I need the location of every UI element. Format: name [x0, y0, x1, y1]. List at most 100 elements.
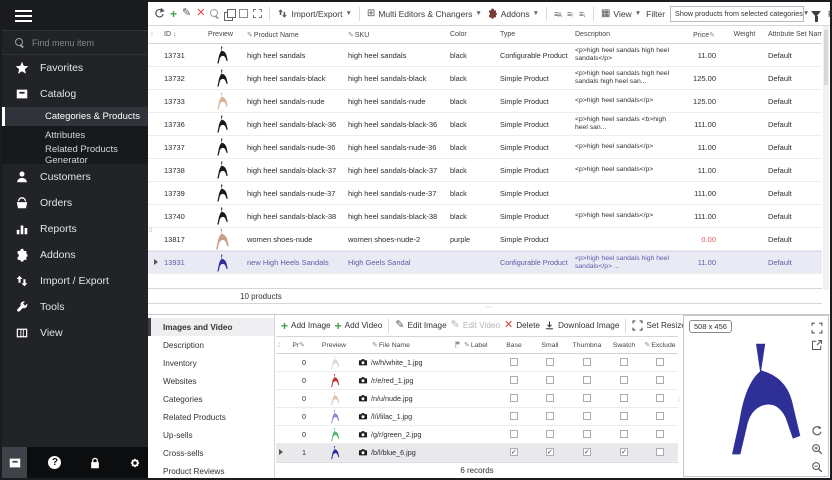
edit-video-button[interactable]: ✎Edit Video: [451, 320, 500, 331]
tab-product-reviews[interactable]: Product Reviews: [148, 462, 274, 480]
small-checkbox[interactable]: [546, 448, 554, 456]
row-drag-handle[interactable]: ⁞⁞: [149, 230, 155, 244]
product-sku[interactable]: high heel sandals-nude: [345, 97, 447, 106]
col-file-name[interactable]: ✎File Name: [358, 341, 454, 349]
addons-menu[interactable]: Addons▼: [487, 8, 539, 19]
zoom-in-icon[interactable]: [811, 442, 823, 454]
thumbnail-checkbox[interactable]: [583, 376, 591, 384]
product-name[interactable]: high heel sandals-black-38: [244, 212, 345, 221]
product-description[interactable]: <p>high heel sandals</p>: [572, 212, 679, 220]
product-price[interactable]: 11.00: [679, 258, 724, 267]
media-position[interactable]: 0: [288, 394, 310, 403]
media-file-name[interactable]: /b/l/blue_6.jpg: [358, 448, 454, 457]
col-exclude[interactable]: ✎Exclude: [642, 341, 678, 349]
product-price[interactable]: 125.00: [679, 74, 724, 83]
product-sku[interactable]: high heel sandals-black-36: [345, 120, 447, 129]
product-sku[interactable]: high heel sandals-black: [345, 74, 447, 83]
product-description[interactable]: <p>high heel sandals <b>high heel san...: [572, 116, 679, 132]
product-sku[interactable]: high heel sandals-nude-36: [345, 143, 447, 152]
sidebar-search-input[interactable]: Find menu item: [2, 30, 148, 55]
col-thumbnail[interactable]: Thumbna: [568, 342, 606, 349]
multi-editors-menu[interactable]: ⊞ Multi Editors & Changers▼: [367, 9, 482, 19]
media-row[interactable]: 0 /w/h/white_1.jpg: [276, 354, 678, 372]
small-checkbox[interactable]: [546, 412, 554, 420]
sidebar-item-orders[interactable]: Orders: [2, 190, 148, 216]
product-price[interactable]: 125.00: [679, 97, 724, 106]
copy-button[interactable]: [224, 9, 234, 19]
menu-toggle-button[interactable]: [2, 2, 148, 30]
add-video-button[interactable]: +Add Video: [335, 320, 383, 332]
thumbnail-checkbox[interactable]: [583, 448, 591, 456]
media-file-name[interactable]: /g/r/green_2.jpg: [358, 430, 454, 439]
store-icon[interactable]: [2, 447, 27, 478]
small-checkbox[interactable]: [546, 358, 554, 366]
sidebar-item-tools[interactable]: Tools: [2, 294, 148, 320]
col-small[interactable]: Small: [532, 342, 568, 349]
sidebar-item-customers[interactable]: Customers: [2, 164, 148, 190]
rotate-icon[interactable]: [811, 424, 823, 436]
font-size-button[interactable]: ≡A: [554, 9, 562, 19]
media-file-name[interactable]: /l/i/lilac_1.jpg: [358, 412, 454, 421]
base-checkbox[interactable]: [510, 448, 518, 456]
col-weight[interactable]: Weight: [724, 31, 765, 38]
col-type[interactable]: Type: [497, 31, 572, 38]
product-name[interactable]: high heel sandals-black-36: [244, 120, 345, 129]
exclude-checkbox[interactable]: [656, 394, 664, 402]
tab-up-sells[interactable]: Up-sells: [148, 426, 274, 444]
media-position[interactable]: 0: [288, 412, 310, 421]
product-row[interactable]: 13737 high heel sandals-nude-36 high hee…: [148, 136, 822, 159]
sidebar-item-import-export[interactable]: Import / Export: [2, 268, 148, 294]
delete-image-button[interactable]: ✕Delete: [504, 320, 540, 331]
exclude-checkbox[interactable]: [656, 412, 664, 420]
thumbnail-checkbox[interactable]: [583, 412, 591, 420]
product-sku[interactable]: women shoes-nude-2: [345, 235, 447, 244]
row-expander[interactable]: [276, 448, 288, 457]
sidebar-subitem-attributes[interactable]: Attributes: [2, 126, 148, 145]
product-row[interactable]: 13736 high heel sandals-black-36 high he…: [148, 113, 822, 136]
exclude-checkbox[interactable]: [656, 358, 664, 366]
small-checkbox[interactable]: [546, 376, 554, 384]
sidebar-item-reports[interactable]: Reports: [2, 216, 148, 242]
product-description[interactable]: <p>high heel sandals</p>: [572, 166, 679, 174]
refresh-button[interactable]: [154, 8, 165, 19]
swatch-checkbox[interactable]: [620, 430, 628, 438]
product-name[interactable]: high heel sandals-nude-36: [244, 143, 345, 152]
product-description[interactable]: <p>high heel sandals high heel sandals</…: [572, 47, 679, 63]
product-price[interactable]: 11.00: [679, 51, 724, 60]
product-row[interactable]: 13739 high heel sandals-nude-37 high hee…: [148, 182, 822, 205]
media-row[interactable]: 0 /g/r/green_2.jpg: [276, 426, 678, 444]
tab-websites[interactable]: Websites: [148, 372, 274, 390]
small-checkbox[interactable]: [546, 430, 554, 438]
edit-product-button[interactable]: ✎: [182, 8, 191, 19]
tab-related-products[interactable]: Related Products: [148, 408, 274, 426]
swatch-checkbox[interactable]: [620, 448, 628, 456]
product-sku[interactable]: high heel sandals-nude-37: [345, 189, 447, 198]
base-checkbox[interactable]: [510, 376, 518, 384]
exclude-checkbox[interactable]: [656, 376, 664, 384]
product-row[interactable]: 13817 women shoes-nude women shoes-nude-…: [148, 228, 822, 251]
product-price[interactable]: 11.00: [679, 143, 724, 152]
product-sku[interactable]: high heel sandals: [345, 51, 447, 60]
col-label[interactable]: ✎Label: [464, 341, 496, 349]
product-name[interactable]: women shoes-nude: [244, 235, 345, 244]
base-checkbox[interactable]: [510, 394, 518, 402]
download-image-button[interactable]: Download Image: [544, 320, 619, 331]
product-price[interactable]: 111.00: [679, 212, 724, 221]
small-checkbox[interactable]: [546, 394, 554, 402]
product-name[interactable]: high heel sandals-nude-37: [244, 189, 345, 198]
filters-menu[interactable]: Filters▼: [828, 9, 832, 19]
col-swatch[interactable]: Swatch: [606, 342, 642, 349]
add-image-button[interactable]: +Add Image: [281, 320, 331, 332]
product-sku[interactable]: high heel sandals-black-38: [345, 212, 447, 221]
media-position[interactable]: 1: [288, 448, 310, 457]
edit-image-button[interactable]: ✎Edit Image: [395, 320, 446, 331]
sidebar-item-favorites[interactable]: Favorites: [2, 55, 148, 81]
horizontal-splitter[interactable]: ⋯: [148, 304, 830, 314]
product-name[interactable]: high heel sandals: [244, 51, 345, 60]
sidebar-subitem-related-products-generator[interactable]: Related Products Generator: [2, 145, 148, 164]
vertical-scrollbar[interactable]: [823, 26, 829, 290]
base-checkbox[interactable]: [510, 430, 518, 438]
product-price[interactable]: 111.00: [679, 120, 724, 129]
lock-icon[interactable]: [83, 447, 108, 478]
col-attribute-set[interactable]: Attribute Set Name: [765, 31, 822, 38]
